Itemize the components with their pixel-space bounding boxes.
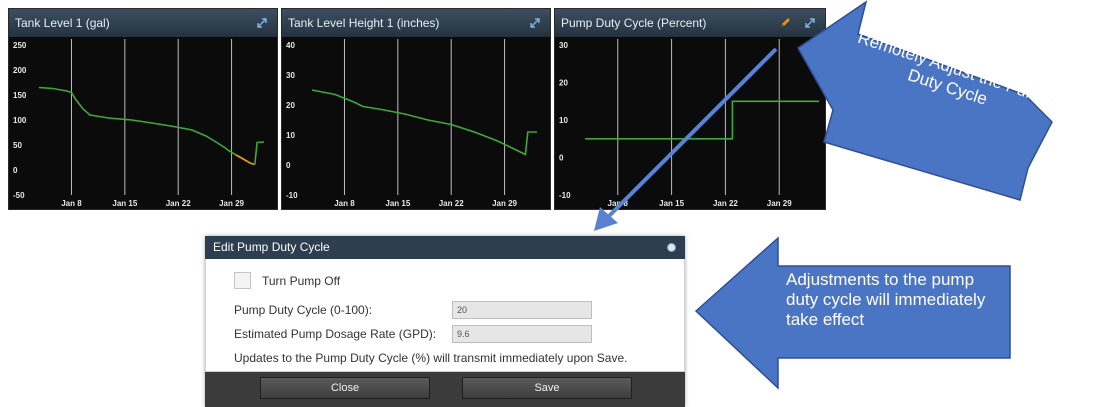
- y-tick-label: 10: [286, 131, 295, 140]
- panel-tank-level: Tank Level 1 (gal) Jan 8 Jan 15 Jan 22 Jan …: [8, 8, 278, 210]
- connector-arrow: [594, 47, 778, 231]
- dosage-rate-field: [452, 325, 592, 343]
- dialog-body: Turn Pump Off Pump Duty Cycle (0-100): E…: [205, 259, 685, 372]
- y-tick-label: 10: [559, 116, 568, 125]
- x-tick-label: Jan 8: [334, 199, 355, 208]
- y-tick-label: 30: [559, 41, 568, 50]
- save-button[interactable]: Save: [462, 377, 632, 399]
- edit-pump-duty-dialog: Edit Pump Duty Cycle Turn Pump Off Pump …: [205, 236, 685, 407]
- series-line: [254, 141, 265, 165]
- series-line: [235, 154, 256, 166]
- y-tick-label: 20: [559, 79, 568, 88]
- y-tick-label: 200: [13, 66, 27, 75]
- y-tick-label: 100: [13, 116, 27, 125]
- x-tick-label: Jan 29: [492, 199, 517, 208]
- y-tick-label: 20: [286, 101, 295, 110]
- tank-height-chart: Jan 8 Jan 15 Jan 22 Jan 29 40 30 20 10 0 -10: [286, 39, 537, 208]
- x-tick-label: Jan 15: [112, 199, 137, 208]
- dialog-footer: Close Save: [205, 372, 685, 407]
- turn-pump-off-checkbox[interactable]: [234, 272, 251, 289]
- panel-tank-height: Tank Level Height 1 (inches) Jan 8 Jan 15…: [281, 8, 551, 210]
- close-button[interactable]: Close: [260, 377, 430, 399]
- duty-cycle-input[interactable]: [452, 301, 592, 319]
- y-tick-label: 30: [286, 71, 295, 80]
- save-note: Updates to the Pump Duty Cycle (%) will …: [234, 351, 628, 365]
- tank-level-chart: Jan 8 Jan 15 Jan 22 Jan 29 250 200 150 100 50 0 -5…: [13, 39, 265, 208]
- panel-title: Tank Level 1 (gal): [9, 9, 277, 37]
- series-line: [311, 89, 537, 156]
- y-tick-label: -10: [286, 191, 298, 200]
- expand-icon[interactable]: [525, 13, 545, 33]
- turn-pump-off-label: Turn Pump Off: [262, 274, 341, 288]
- dialog-title: Edit Pump Duty Cycle: [205, 236, 685, 259]
- y-tick-label: 0: [13, 166, 18, 175]
- panel-title: Tank Level Height 1 (inches): [282, 9, 550, 37]
- close-icon[interactable]: [667, 243, 676, 252]
- callout-bottom-text: Adjustments to the pump duty cycle will …: [786, 270, 986, 329]
- x-tick-label: Jan 8: [61, 199, 82, 208]
- x-tick-label: Jan 22: [166, 199, 191, 208]
- x-tick-label: Jan 22: [439, 199, 464, 208]
- y-tick-label: 0: [286, 161, 291, 170]
- dosage-rate-label: Estimated Pump Dosage Rate (GPD):: [234, 327, 437, 341]
- x-tick-label: Jan 29: [219, 199, 244, 208]
- y-tick-label: 40: [286, 41, 295, 50]
- expand-icon[interactable]: [252, 13, 272, 33]
- y-tick-label: 150: [13, 91, 27, 100]
- y-tick-label: -10: [559, 191, 571, 200]
- y-tick-label: 0: [559, 154, 564, 163]
- duty-cycle-label: Pump Duty Cycle (0-100):: [234, 303, 373, 317]
- y-tick-label: -50: [13, 191, 25, 200]
- series-line: [38, 86, 237, 156]
- y-tick-label: 50: [13, 141, 22, 150]
- y-tick-label: 250: [13, 41, 27, 50]
- x-tick-label: Jan 15: [385, 199, 410, 208]
